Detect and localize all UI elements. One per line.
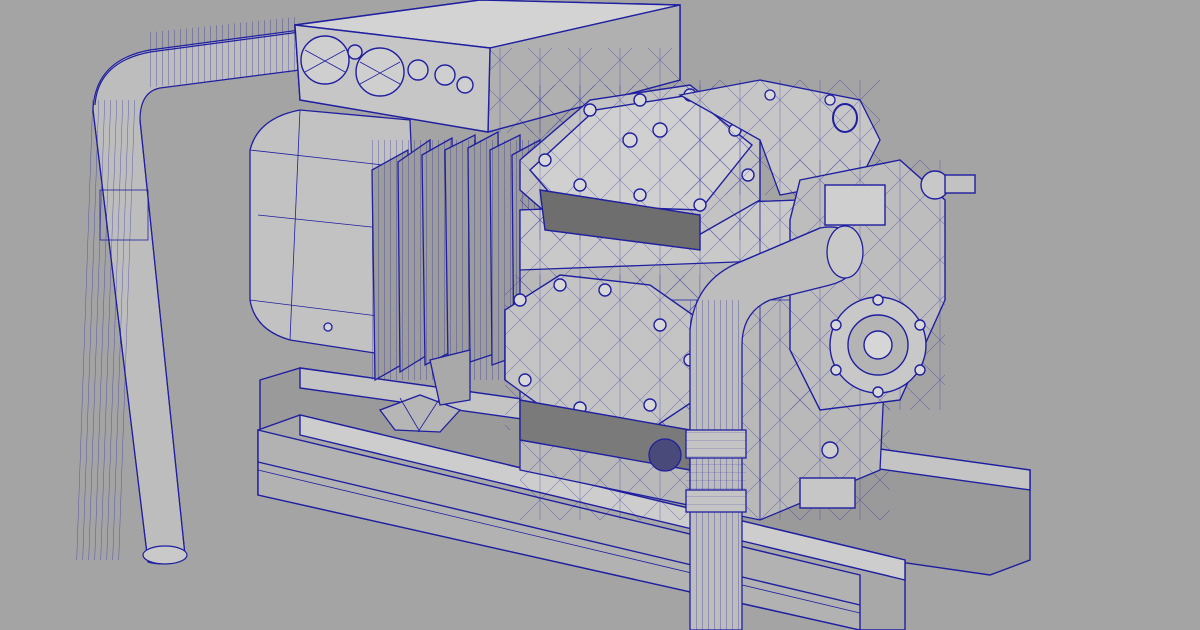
wireframe-render <box>0 0 1200 630</box>
viewport <box>0 0 1200 630</box>
